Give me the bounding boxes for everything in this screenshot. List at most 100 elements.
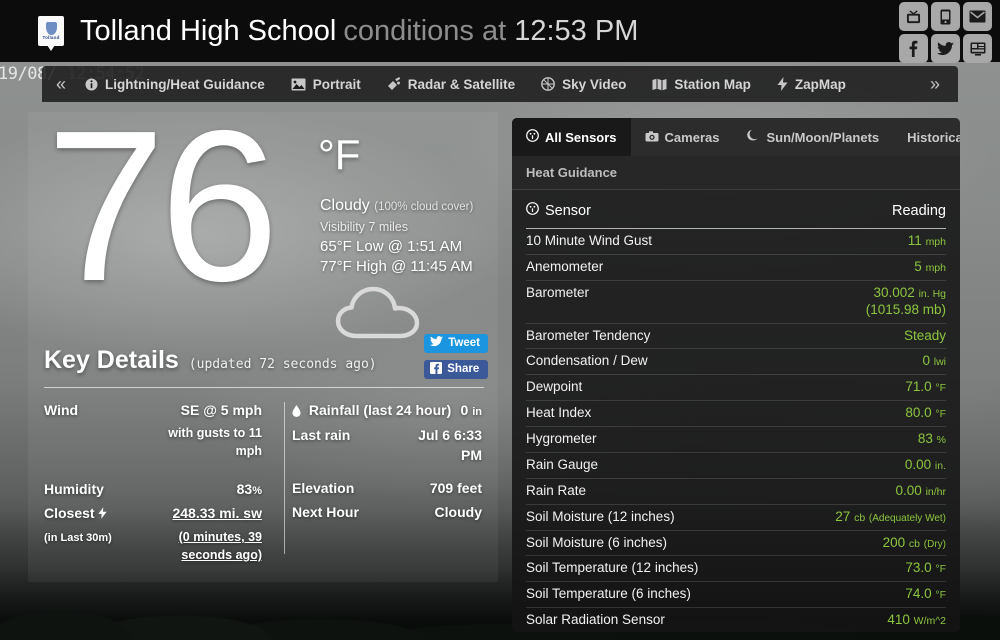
sensor-row: Solar Radiation Sensor 410 W/m^2 bbox=[526, 608, 946, 632]
sensor-table-header: Sensor Reading bbox=[526, 200, 946, 229]
temperature-block: 76 °F Cloudy (100% cloud cover) Visibili… bbox=[28, 98, 498, 347]
sensor-reading: 30.002 in. Hg (1015.98 mb) bbox=[865, 284, 946, 317]
next-hour-value: Cloudy bbox=[434, 503, 482, 520]
sky-condition: Cloudy bbox=[320, 197, 370, 214]
sensor-name: Barometer bbox=[526, 284, 590, 300]
sensor-name: Barometer Tendency bbox=[526, 327, 651, 343]
sensor-row: Anemometer 5 mph bbox=[526, 255, 946, 281]
sensor-row: Dewpoint 71.0 °F bbox=[526, 375, 946, 402]
nav-label: ZapMap bbox=[794, 76, 846, 92]
sensor-row: Soil Moisture (6 inches) 200 cb (Dry) bbox=[526, 531, 946, 557]
sensor-reading: 0 lwi bbox=[922, 353, 946, 369]
last-rain-label: Last rain bbox=[292, 426, 351, 443]
sensor-reading: 0.00 in. bbox=[904, 456, 946, 472]
mobile-icon[interactable] bbox=[931, 2, 960, 31]
last-rain-value: Jul 6 6:33 PM bbox=[418, 426, 482, 464]
key-details-right-column: Rainfall (last 24 hour) 0 in Last rain J… bbox=[276, 400, 482, 568]
wind-label: Wind bbox=[44, 402, 79, 418]
twitter-icon[interactable] bbox=[931, 34, 960, 63]
sensor-row: Soil Moisture (12 inches) 27 cb (Adequate… bbox=[526, 505, 946, 531]
reading-column-label: Reading bbox=[891, 203, 946, 219]
sensor-name: Dewpoint bbox=[526, 379, 583, 395]
nav-item-station-map[interactable]: Station Map bbox=[639, 77, 764, 92]
map-icon bbox=[652, 78, 667, 91]
visibility: Visibility 7 miles bbox=[320, 220, 408, 234]
tab-all-sensors[interactable]: All Sensors bbox=[512, 118, 631, 156]
elevation-label: Elevation bbox=[292, 479, 355, 496]
nav-item-radar-satellite[interactable]: Radar & Satellite bbox=[374, 77, 528, 92]
detail-row-wind-gusts: with gusts to 11 mph bbox=[44, 424, 262, 460]
key-details-updated: (updated 72 seconds ago) bbox=[188, 357, 377, 372]
sensor-name: Soil Moisture (6 inches) bbox=[526, 534, 668, 550]
detail-row-closest-strike-age: (in Last 30m) (0 minutes, 39 seconds ago… bbox=[44, 528, 262, 564]
current-temperature: 76 bbox=[46, 85, 279, 326]
nav-label: Radar & Satellite bbox=[407, 76, 516, 92]
detail-row-closest-strike: Closest 248.33 mi. sw bbox=[44, 503, 262, 523]
gauge-icon bbox=[526, 202, 539, 220]
tab-sun-moon-planets[interactable]: Sun/Moon/Planets bbox=[733, 118, 893, 156]
cloud-icon bbox=[333, 284, 425, 340]
sensor-reading: 27 cb (Adequately Wet) bbox=[835, 508, 946, 524]
sensor-name: Soil Temperature (6 inches) bbox=[526, 586, 691, 602]
sensor-name: Soil Moisture (12 inches) bbox=[526, 508, 675, 524]
tweet-button[interactable]: Tweet bbox=[424, 334, 488, 353]
nav-item-sky-video[interactable]: Sky Video bbox=[528, 77, 639, 92]
humidity-label: Humidity bbox=[44, 480, 104, 497]
key-details-grid: Wind SE @ 5 mph with gusts to 11 mph Hum… bbox=[44, 400, 490, 568]
sky-icon bbox=[541, 77, 555, 91]
sensor-tabs: All Sensors Cameras Sun/Moon/Planets His… bbox=[512, 118, 960, 156]
tv-icon[interactable] bbox=[899, 2, 928, 31]
next-hour-label: Next Hour bbox=[292, 503, 359, 520]
sensor-reading: 73.0 °F bbox=[905, 560, 946, 576]
sensor-row: Barometer Tendency Steady bbox=[526, 324, 946, 350]
sensor-table: Sensor Reading 10 Minute Wind Gust 11 mph… bbox=[512, 190, 960, 632]
camera-icon bbox=[645, 130, 659, 145]
elevation-value: 709 feet bbox=[429, 479, 482, 496]
rainfall-label: Rainfall (last 24 hour) bbox=[292, 402, 451, 418]
dashboard-icon[interactable] bbox=[963, 34, 992, 63]
detail-row-next-hour: Next Hour Cloudy bbox=[292, 502, 482, 522]
current-conditions-panel: 76 °F Cloudy (100% cloud cover) Visibili… bbox=[28, 98, 498, 582]
wind-value: SE @ 5 mph bbox=[180, 402, 262, 418]
facebook-share-button[interactable]: Share bbox=[424, 360, 488, 379]
facebook-icon[interactable] bbox=[899, 34, 928, 63]
sensor-row: Barometer 30.002 in. Hg (1015.98 mb) bbox=[526, 281, 946, 324]
detail-row-elevation: Elevation 709 feet bbox=[292, 478, 482, 498]
satellite-icon bbox=[387, 77, 401, 91]
sensor-row: Condensation / Dew 0 lwi bbox=[526, 349, 946, 376]
twitter-icon bbox=[430, 336, 444, 351]
email-icon[interactable] bbox=[963, 2, 992, 31]
sensor-reading: 410 W/m^2 bbox=[887, 612, 946, 628]
cloud-cover: (100% cloud cover) bbox=[374, 201, 474, 213]
nav-item-portrait[interactable]: Portrait bbox=[278, 77, 374, 92]
gauge-icon bbox=[526, 129, 539, 145]
tab-cameras[interactable]: Cameras bbox=[631, 118, 734, 156]
nav-prev-button[interactable]: « bbox=[42, 74, 72, 95]
bolt-icon bbox=[777, 77, 788, 91]
nav-item-lightning-heat-guidance[interactable]: Lightning/Heat Guidance bbox=[72, 77, 278, 92]
sensor-reading: 11 mph bbox=[907, 233, 946, 248]
closest-strike-label: Closest bbox=[44, 505, 108, 521]
subtab-heat-guidance[interactable]: Heat Guidance bbox=[512, 165, 631, 180]
key-details-left-column: Wind SE @ 5 mph with gusts to 11 mph Hum… bbox=[44, 400, 285, 568]
nav-next-button[interactable]: » bbox=[922, 74, 958, 95]
tab-label: Historical bbox=[907, 129, 960, 145]
sensor-row: Hygrometer 83 % bbox=[526, 427, 946, 453]
sensor-name: Anemometer bbox=[526, 258, 604, 274]
tab-historical[interactable]: Historical bbox=[893, 118, 960, 156]
rainfall-value: 0 in bbox=[460, 402, 482, 418]
closest-strike-age[interactable]: (0 minutes, 39 seconds ago) bbox=[142, 528, 262, 564]
sensor-reading: Steady bbox=[903, 327, 946, 343]
detail-row-last-rain: Last rain Jul 6 6:33 PM bbox=[292, 425, 482, 466]
share-buttons: Tweet Share bbox=[424, 334, 488, 379]
nav-item-zapmap[interactable]: ZapMap bbox=[764, 77, 859, 92]
info-icon bbox=[85, 78, 98, 91]
sensor-name: Hygrometer bbox=[526, 431, 597, 446]
sensor-reading: 5 mph bbox=[914, 258, 946, 274]
sensor-reading: 0.00 in/hr bbox=[895, 482, 946, 498]
closest-strike-value[interactable]: 248.33 mi. sw bbox=[172, 503, 262, 523]
sensor-reading: 200 cb (Dry) bbox=[882, 534, 946, 550]
sensor-name: Rain Gauge bbox=[526, 456, 599, 472]
wind-gusts-value: with gusts to 11 mph bbox=[168, 426, 262, 459]
